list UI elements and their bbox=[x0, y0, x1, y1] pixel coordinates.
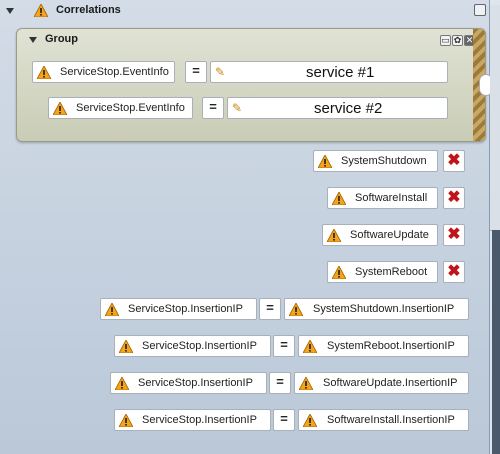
window-icon[interactable] bbox=[474, 4, 486, 16]
event-label: SystemReboot bbox=[355, 266, 428, 278]
group-container: Group ▭ ✿ ✕ ServiceStop.EventInfo = ✎ serv… bbox=[16, 28, 486, 142]
warning-icon bbox=[119, 340, 133, 353]
value-input[interactable]: ✎ service #1 bbox=[210, 61, 448, 83]
warning-icon bbox=[299, 377, 313, 390]
correlation-right[interactable]: SoftwareInstall.InsertionIP bbox=[298, 409, 469, 431]
event-item[interactable]: SystemReboot bbox=[327, 261, 438, 283]
correlation-right-label: SystemShutdown.InsertionIP bbox=[313, 303, 455, 315]
correlation-left[interactable]: ServiceStop.InsertionIP bbox=[110, 372, 267, 394]
warning-icon bbox=[115, 377, 129, 390]
warning-icon bbox=[303, 414, 317, 427]
warning-icon bbox=[34, 4, 48, 17]
settings-icon[interactable]: ✿ bbox=[452, 35, 463, 46]
warning-icon bbox=[119, 414, 133, 427]
operator-equals[interactable]: = bbox=[273, 409, 295, 431]
operator-equals[interactable]: = bbox=[185, 61, 207, 83]
correlation-right-label: SoftwareInstall.InsertionIP bbox=[327, 414, 455, 426]
correlation-right[interactable]: SystemShutdown.InsertionIP bbox=[284, 298, 469, 320]
delete-icon[interactable]: ✖ bbox=[443, 150, 465, 172]
warning-icon bbox=[303, 340, 317, 353]
event-item[interactable]: SoftwareInstall bbox=[327, 187, 438, 209]
correlation-left-label: ServiceStop.InsertionIP bbox=[128, 303, 243, 315]
event-label: SoftwareInstall bbox=[355, 192, 428, 204]
restore-icon[interactable]: ▭ bbox=[440, 35, 451, 46]
correlations-panel: Correlations Group ▭ ✿ ✕ ServiceStop.Event… bbox=[0, 0, 493, 454]
condition-field[interactable]: ServiceStop.EventInfo bbox=[48, 97, 193, 119]
warning-icon bbox=[327, 229, 341, 242]
correlation-right-label: SystemReboot.InsertionIP bbox=[327, 340, 455, 352]
warning-icon bbox=[289, 303, 303, 316]
correlation-left-label: ServiceStop.InsertionIP bbox=[142, 340, 257, 352]
correlation-right-label: SoftwareUpdate.InsertionIP bbox=[323, 377, 458, 389]
pencil-icon: ✎ bbox=[232, 101, 243, 115]
correlation-left-label: ServiceStop.InsertionIP bbox=[138, 377, 253, 389]
correlation-left[interactable]: ServiceStop.InsertionIP bbox=[114, 409, 271, 431]
operator-equals[interactable]: = bbox=[259, 298, 281, 320]
value-input[interactable]: ✎ service #2 bbox=[227, 97, 448, 119]
warning-icon bbox=[332, 266, 346, 279]
scrollbar-track-upper[interactable] bbox=[490, 5, 500, 231]
event-label: SoftwareUpdate bbox=[350, 229, 429, 241]
correlation-left-label: ServiceStop.InsertionIP bbox=[142, 414, 257, 426]
correlation-right[interactable]: SoftwareUpdate.InsertionIP bbox=[294, 372, 469, 394]
chevron-down-icon[interactable] bbox=[29, 37, 37, 43]
field-label: ServiceStop.EventInfo bbox=[60, 66, 169, 78]
group-buttons: ▭ ✿ ✕ bbox=[439, 34, 475, 46]
correlation-left[interactable]: ServiceStop.InsertionIP bbox=[114, 335, 271, 357]
correlation-right[interactable]: SystemReboot.InsertionIP bbox=[298, 335, 469, 357]
operator-equals[interactable]: = bbox=[269, 372, 291, 394]
event-item[interactable]: SystemShutdown bbox=[313, 150, 438, 172]
operator-equals[interactable]: = bbox=[273, 335, 295, 357]
warning-icon bbox=[53, 102, 67, 115]
panel-title: Correlations bbox=[56, 4, 121, 16]
value-text: service #2 bbox=[314, 100, 383, 117]
event-label: SystemShutdown bbox=[341, 155, 427, 167]
group-title: Group bbox=[45, 33, 78, 45]
correlation-left[interactable]: ServiceStop.InsertionIP bbox=[100, 298, 257, 320]
panel-header: Correlations bbox=[0, 0, 489, 22]
event-item[interactable]: SoftwareUpdate bbox=[322, 224, 438, 246]
pencil-icon: ✎ bbox=[215, 65, 226, 79]
scrollbar-thumb[interactable] bbox=[492, 230, 500, 454]
warning-icon bbox=[37, 66, 51, 79]
warning-icon bbox=[332, 192, 346, 205]
warning-icon bbox=[105, 303, 119, 316]
operator-equals[interactable]: = bbox=[202, 97, 224, 119]
warning-icon bbox=[318, 155, 332, 168]
delete-icon[interactable]: ✖ bbox=[443, 187, 465, 209]
condition-field[interactable]: ServiceStop.EventInfo bbox=[32, 61, 175, 83]
value-text: service #1 bbox=[306, 64, 375, 81]
chevron-down-icon[interactable] bbox=[6, 8, 14, 14]
delete-icon[interactable]: ✖ bbox=[443, 261, 465, 283]
field-label: ServiceStop.EventInfo bbox=[76, 102, 185, 114]
delete-icon[interactable]: ✖ bbox=[443, 224, 465, 246]
